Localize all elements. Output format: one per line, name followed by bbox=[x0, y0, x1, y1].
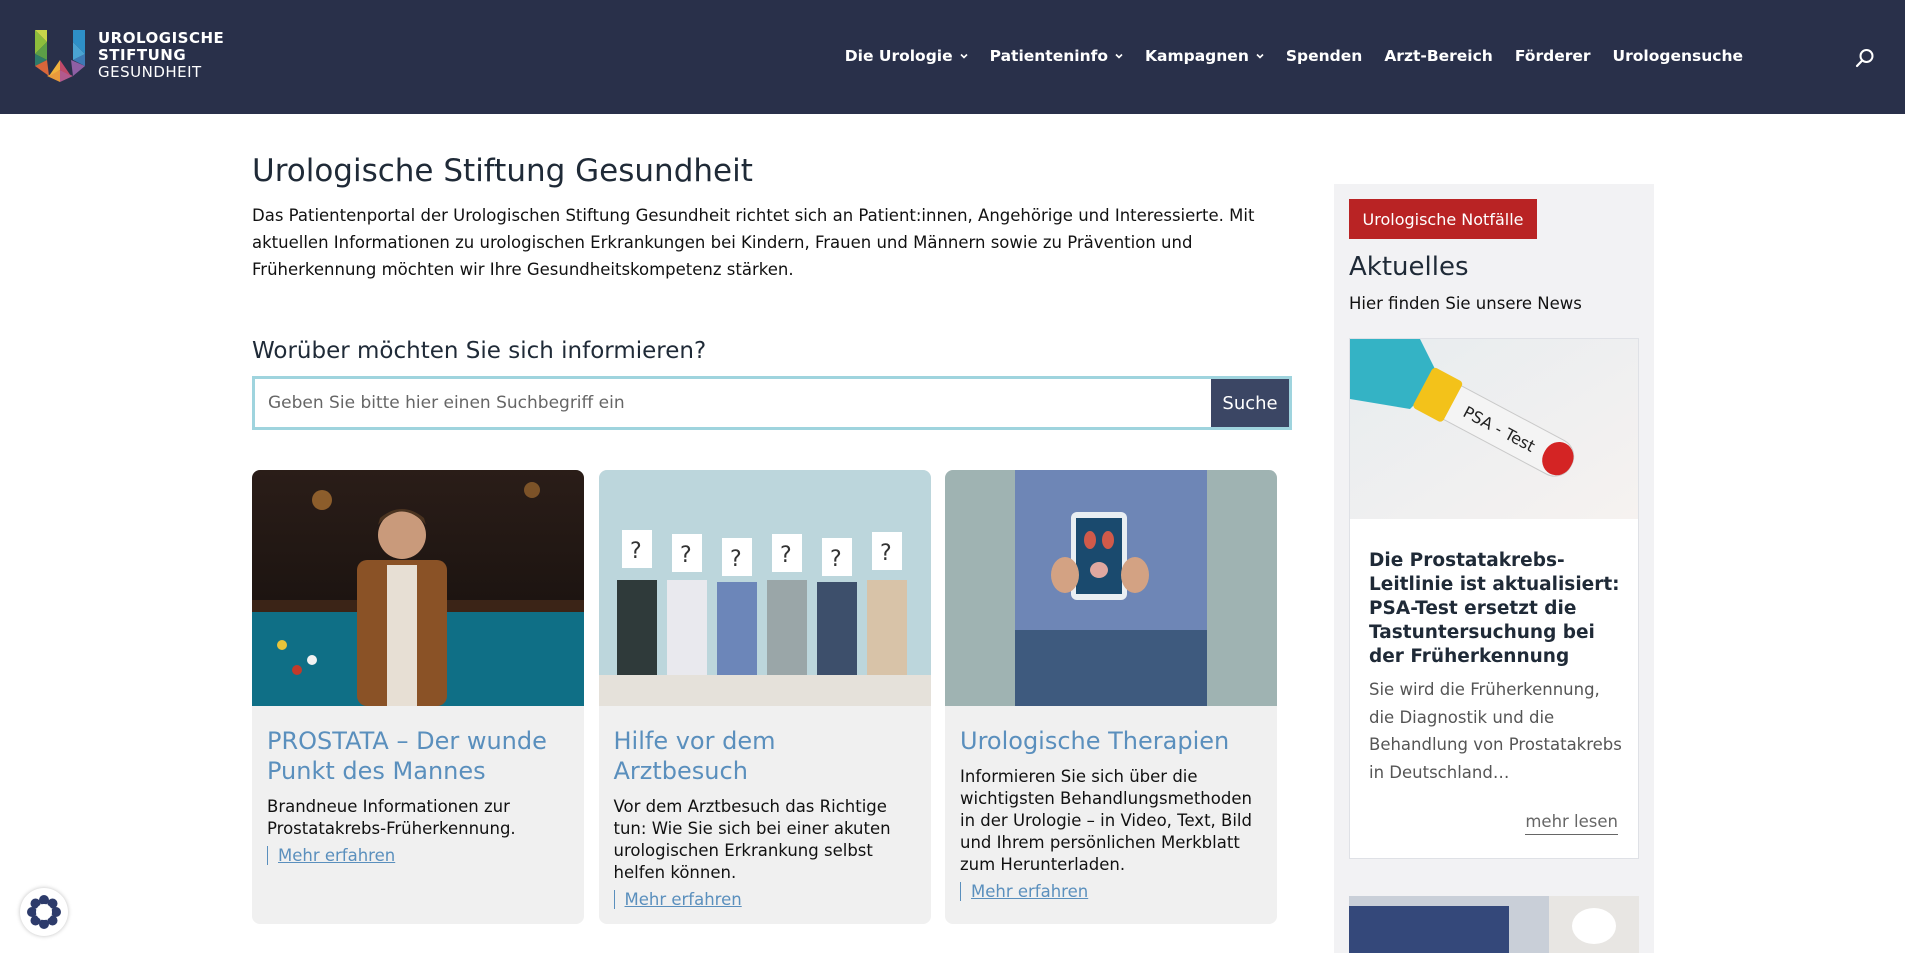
card-image-question-people[interactable]: ? ? ? ? ? ? bbox=[598, 470, 931, 706]
svg-text:?: ? bbox=[880, 541, 892, 566]
nav-item-label: Spenden bbox=[1285, 47, 1363, 65]
logo-line-2: STIFTUNG bbox=[98, 46, 187, 64]
card-image-tablet-man[interactable] bbox=[945, 470, 1277, 706]
nav-item-foerderer[interactable]: Förderer bbox=[1515, 47, 1591, 65]
svg-text:?: ? bbox=[630, 539, 642, 564]
svg-text:?: ? bbox=[680, 543, 692, 568]
logo-line-1: UROLOGISCHE bbox=[98, 29, 225, 47]
search-submit-button[interactable]: Suche bbox=[1211, 379, 1289, 427]
logo-line-3: GESUNDHEIT bbox=[98, 63, 202, 81]
chevron-down-icon bbox=[1115, 53, 1123, 59]
news-image-next[interactable] bbox=[1349, 896, 1639, 953]
cookie-settings-icon bbox=[27, 895, 61, 929]
card-text: Brandneue Informationen zur Prostatakreb… bbox=[267, 797, 516, 838]
card-text: Informieren Sie sich über die wichtigste… bbox=[960, 767, 1252, 874]
nav-item-label: Förderer bbox=[1514, 47, 1591, 65]
feature-card-arztbesuch: ? ? ? ? ? ? Hilfe vor dem Arztbesuch Vor… bbox=[598, 470, 931, 924]
chevron-down-icon bbox=[960, 53, 968, 59]
feature-card-prostata: PROSTATA – Der wunde Punkt des Mannes Br… bbox=[252, 470, 584, 924]
chevron-down-icon bbox=[1256, 53, 1264, 59]
nav-item-urologensuche[interactable]: Urologensuche bbox=[1613, 47, 1743, 65]
page-title: Urologische Stiftung Gesundheit bbox=[252, 153, 753, 189]
news-read-more-link[interactable]: mehr lesen bbox=[1525, 812, 1618, 835]
card-more-link[interactable]: Mehr erfahren bbox=[613, 890, 742, 909]
site-header: UROLOGISCHE STIFTUNG GESUNDHEIT Die Urol… bbox=[0, 0, 1905, 114]
search-input[interactable] bbox=[255, 379, 1211, 427]
intro-text: Das Patientenportal der Urologischen Sti… bbox=[252, 206, 1255, 279]
feature-cards: PROSTATA – Der wunde Punkt des Mannes Br… bbox=[252, 470, 1277, 924]
nav-item-patienteninfo[interactable]: Patienteninfo bbox=[990, 47, 1123, 65]
site-logo[interactable]: UROLOGISCHE STIFTUNG GESUNDHEIT bbox=[35, 30, 224, 82]
news-card: PSA - Test Die Prostatakrebs-Leitlinie i… bbox=[1349, 338, 1639, 859]
feature-card-therapien: Urologische Therapien Informieren Sie si… bbox=[945, 470, 1277, 924]
card-title[interactable]: Urologische Therapien bbox=[960, 726, 1262, 756]
cookie-settings-badge[interactable] bbox=[20, 888, 68, 936]
nav-item-die-urologie[interactable]: Die Urologie bbox=[845, 47, 968, 65]
sidebar-title: Aktuelles bbox=[1349, 252, 1469, 282]
card-more-link[interactable]: Mehr erfahren bbox=[960, 882, 1088, 901]
card-more-link[interactable]: Mehr erfahren bbox=[267, 846, 395, 865]
main-nav: Die Urologie Patienteninfo Kampagnen Spe… bbox=[845, 47, 1743, 65]
nav-item-arzt-bereich[interactable]: Arzt-Bereich bbox=[1384, 47, 1493, 65]
sidebar: Urologische Notfälle Aktuelles Hier find… bbox=[1334, 184, 1654, 953]
card-title[interactable]: PROSTATA – Der wunde Punkt des Mannes bbox=[267, 726, 569, 786]
card-title[interactable]: Hilfe vor dem Arztbesuch bbox=[614, 726, 916, 786]
news-title[interactable]: Die Prostatakrebs-Leitlinie ist aktualis… bbox=[1369, 549, 1624, 669]
card-text: Vor dem Arztbesuch das Richtige tun: Wie… bbox=[613, 797, 891, 882]
nav-item-label: Die Urologie bbox=[844, 47, 953, 65]
news-excerpt: Sie wird die Früherkennung, die Diagnost… bbox=[1369, 680, 1622, 782]
card-image-billiard-man[interactable] bbox=[252, 470, 584, 706]
svg-text:?: ? bbox=[830, 547, 842, 572]
nav-item-label: Patienteninfo bbox=[989, 47, 1108, 65]
search-heading: Worüber möchten Sie sich informieren? bbox=[252, 338, 707, 364]
nav-item-label: Kampagnen bbox=[1145, 47, 1249, 65]
nav-item-spenden[interactable]: Spenden bbox=[1286, 47, 1362, 65]
main-content: Urologische Stiftung Gesundheit Das Pati… bbox=[252, 150, 1292, 924]
nav-item-label: Arzt-Bereich bbox=[1384, 47, 1493, 65]
logo-mark-icon bbox=[35, 30, 85, 82]
emergency-button[interactable]: Urologische Notfälle bbox=[1349, 199, 1537, 239]
svg-text:?: ? bbox=[780, 543, 792, 568]
sidebar-subtitle: Hier finden Sie unsere News bbox=[1349, 294, 1582, 313]
search-icon[interactable] bbox=[1855, 48, 1875, 68]
logo-wordmark: UROLOGISCHE STIFTUNG GESUNDHEIT bbox=[98, 30, 224, 81]
svg-text:?: ? bbox=[730, 547, 742, 572]
nav-item-label: Urologensuche bbox=[1612, 47, 1743, 65]
nav-item-kampagnen[interactable]: Kampagnen bbox=[1145, 47, 1264, 65]
news-image-psa-test[interactable]: PSA - Test bbox=[1350, 339, 1638, 519]
site-search-form: Suche bbox=[252, 376, 1292, 430]
